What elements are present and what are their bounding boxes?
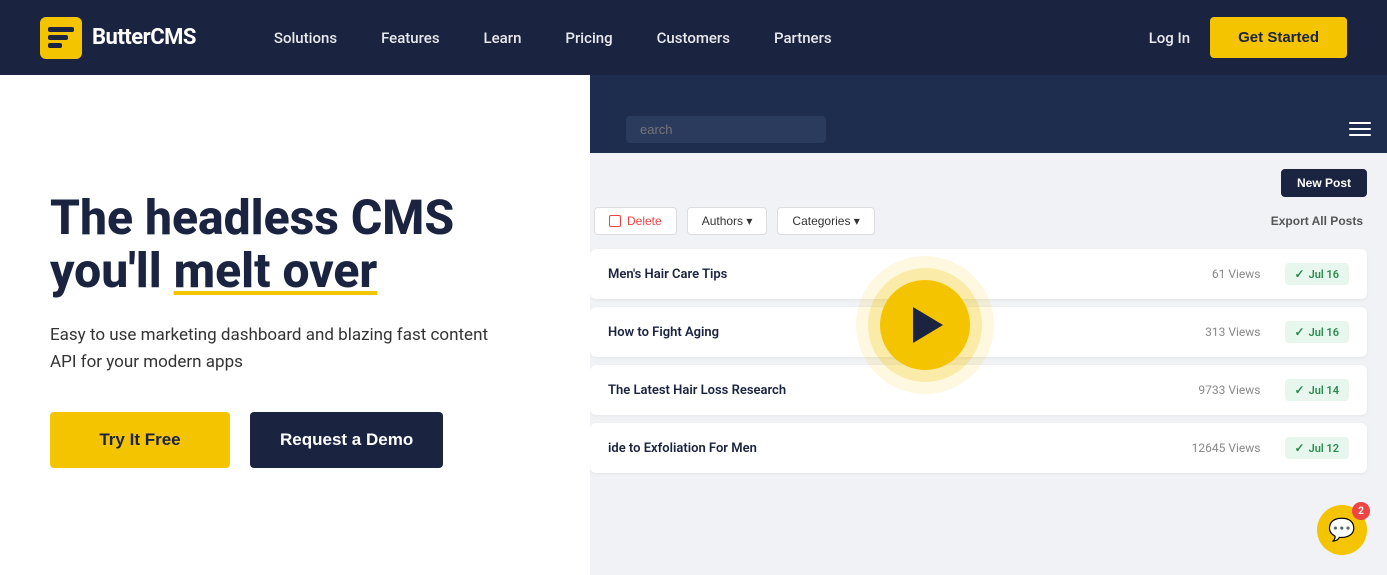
nav-actions: Log In Get Started — [1149, 17, 1347, 58]
table-row[interactable]: How to Fight Aging 313 Views ✓ Jul 16 — [590, 307, 1367, 357]
post-date-badge: ✓ Jul 14 — [1285, 379, 1350, 401]
table-row[interactable]: ide to Exfoliation For Men 12645 Views ✓… — [590, 423, 1367, 473]
post-meta: 9733 Views ✓ Jul 14 — [1198, 379, 1349, 401]
chat-bubble[interactable]: 💬 2 — [1317, 505, 1367, 555]
post-views: 9733 Views — [1198, 383, 1260, 397]
post-title: Men's Hair Care Tips — [608, 267, 727, 282]
post-date-badge: ✓ Jul 16 — [1285, 263, 1350, 285]
demo-button[interactable]: Request a Demo — [250, 412, 443, 468]
chat-icon: 💬 — [1328, 518, 1355, 543]
post-views: 12645 Views — [1192, 441, 1261, 455]
hero-title: The headless CMS you'll melt over — [50, 192, 540, 298]
nav-links: Solutions Features Learn Pricing Custome… — [256, 21, 1149, 55]
chat-badge: 2 — [1352, 502, 1370, 520]
check-icon: ✓ — [1295, 383, 1305, 397]
cms-toolbar-top: New Post — [590, 169, 1367, 197]
logo-icon — [40, 17, 82, 59]
post-meta: 313 Views ✓ Jul 16 — [1205, 321, 1349, 343]
play-icon — [913, 307, 943, 343]
post-views: 61 Views — [1212, 267, 1261, 281]
check-icon: ✓ — [1295, 325, 1305, 339]
post-date-badge: ✓ Jul 12 — [1285, 437, 1350, 459]
hamburger-icon[interactable] — [1349, 122, 1371, 136]
post-title: ide to Exfoliation For Men — [608, 441, 757, 456]
cms-search-input[interactable] — [626, 116, 826, 143]
nav-item-customers[interactable]: Customers — [639, 21, 748, 55]
post-title: How to Fight Aging — [608, 325, 719, 340]
post-title: The Latest Hair Loss Research — [608, 383, 786, 398]
authors-filter-button[interactable]: Authors ▾ — [687, 207, 768, 235]
nav-item-partners[interactable]: Partners — [756, 21, 850, 55]
logo-text: ButterCMS — [92, 25, 196, 50]
nav-item-learn[interactable]: Learn — [466, 21, 540, 55]
left-panel: The headless CMS you'll melt over Easy t… — [0, 75, 590, 575]
cms-content: New Post Delete Authors ▾ Categories ▾ — [590, 153, 1387, 497]
nav-item-features[interactable]: Features — [363, 21, 457, 55]
nav-item-solutions[interactable]: Solutions — [256, 21, 355, 55]
cms-toolbar-left: Delete Authors ▾ Categories ▾ — [594, 207, 875, 235]
hero-title-highlight: melt over — [174, 242, 378, 299]
cms-toolbar: Delete Authors ▾ Categories ▾ Export All… — [590, 207, 1367, 235]
check-icon: ✓ — [1295, 441, 1305, 455]
try-free-button[interactable]: Try It Free — [50, 412, 230, 468]
new-post-button[interactable]: New Post — [1281, 169, 1367, 197]
table-row[interactable]: The Latest Hair Loss Research 9733 Views… — [590, 365, 1367, 415]
cms-mockup: New Post Delete Authors ▾ Categories ▾ — [590, 105, 1387, 575]
cta-buttons: Try It Free Request a Demo — [50, 412, 540, 468]
play-button[interactable] — [880, 280, 970, 370]
post-meta: 12645 Views ✓ Jul 12 — [1192, 437, 1349, 459]
post-views: 313 Views — [1205, 325, 1260, 339]
categories-filter-button[interactable]: Categories ▾ — [777, 207, 874, 235]
nav-item-pricing[interactable]: Pricing — [547, 21, 630, 55]
hero-title-line1: The headless CMS — [50, 189, 454, 246]
main-content: The headless CMS you'll melt over Easy t… — [0, 75, 1387, 575]
delete-button[interactable]: Delete — [594, 207, 677, 235]
right-panel: New Post Delete Authors ▾ Categories ▾ — [590, 75, 1387, 575]
table-row[interactable]: Men's Hair Care Tips 61 Views ✓ Jul 16 — [590, 249, 1367, 299]
logo-link[interactable]: ButterCMS — [40, 17, 196, 59]
navbar: ButterCMS Solutions Features Learn Prici… — [0, 0, 1387, 75]
cms-topbar — [590, 105, 1387, 153]
hero-subtitle: Easy to use marketing dashboard and blaz… — [50, 322, 510, 376]
login-link[interactable]: Log In — [1149, 29, 1190, 47]
post-meta: 61 Views ✓ Jul 16 — [1212, 263, 1349, 285]
video-overlay — [880, 280, 970, 370]
get-started-button[interactable]: Get Started — [1210, 17, 1347, 58]
post-date-badge: ✓ Jul 16 — [1285, 321, 1350, 343]
export-button[interactable]: Export All Posts — [1271, 214, 1363, 228]
hero-title-line2: you'll — [50, 242, 174, 299]
delete-icon — [609, 215, 621, 227]
check-icon: ✓ — [1295, 267, 1305, 281]
